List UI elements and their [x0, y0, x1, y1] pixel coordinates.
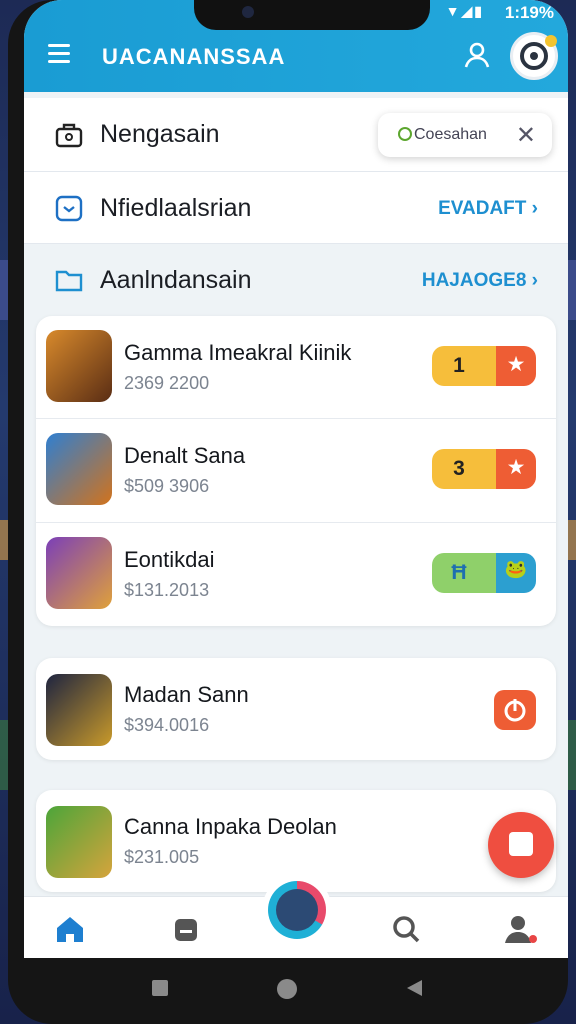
status-bar: ▼◢▮ 1:19% — [24, 0, 568, 32]
game-row[interactable]: Canna Inpaka Deolan $231.005 — [36, 790, 556, 892]
rank-number: 3 — [453, 457, 465, 480]
game-name: Eontikdai — [124, 547, 215, 572]
store-icon[interactable] — [168, 911, 204, 947]
game-card[interactable]: Canna Inpaka Deolan $231.005 — [36, 790, 556, 892]
game-row[interactable]: Eontikdai $131.2013 Ħ 🐸 — [36, 522, 556, 626]
game-name: Canna Inpaka Deolan — [124, 814, 337, 839]
games-card: Gamma Imeakral Kiinik 2369 2200 1 ★ Dena… — [36, 316, 556, 626]
back-icon[interactable] — [404, 978, 424, 998]
section-label-second: Nfiedlaalsrian — [100, 194, 252, 222]
game-thumb-icon — [46, 537, 112, 609]
game-price: $394.0016 — [124, 715, 210, 735]
game-thumb-icon — [46, 674, 112, 746]
section-link-second[interactable]: EVADAFT › — [438, 198, 538, 220]
rank-pill[interactable]: 3 ★ — [432, 449, 536, 489]
game-row[interactable]: Denalt Sana $509 3906 3 ★ — [36, 418, 556, 522]
floating-action-button[interactable] — [488, 812, 554, 878]
screen: UACANANSSAA ▼◢▮ 1:19% Nengasain Coesahan… — [24, 0, 568, 958]
menu-icon[interactable] — [48, 44, 70, 64]
folder-icon — [55, 270, 83, 292]
status-time: 1:19% — [504, 3, 554, 22]
home-nav-icon[interactable] — [276, 978, 298, 1000]
star-icon: ★ — [506, 456, 526, 479]
search-icon[interactable] — [388, 911, 424, 947]
game-thumb-icon — [46, 433, 112, 505]
calendar-icon — [55, 195, 83, 222]
chip-text: Coesahan — [414, 126, 487, 143]
close-icon[interactable]: ✕ — [516, 121, 536, 150]
home-icon[interactable] — [52, 911, 88, 947]
game-name: Gamma Imeakral Kiinik — [124, 340, 352, 365]
system-nav-bar — [8, 958, 576, 1024]
game-card[interactable]: Madan Sann $394.0016 — [36, 658, 556, 760]
download-icon — [504, 699, 526, 722]
fab-icon — [509, 832, 533, 856]
game-price: $231.005 — [124, 847, 200, 867]
game-thumb-icon — [46, 330, 112, 402]
globe-icon[interactable] — [268, 881, 326, 939]
rank-pill[interactable]: 1 ★ — [432, 346, 536, 386]
game-row[interactable]: Gamma Imeakral Kiinik 2369 2200 1 ★ — [36, 316, 556, 420]
game-price: $509 3906 — [124, 476, 210, 496]
frog-icon: 🐸 — [504, 559, 528, 579]
profile-icon[interactable] — [502, 911, 538, 947]
section-link-third[interactable]: HAJAOGE8 › — [422, 270, 538, 292]
section-label-third: Aanlndansain — [100, 266, 252, 294]
game-price: 2369 2200 — [124, 373, 210, 393]
star-icon: ★ — [506, 353, 526, 376]
section-row-third[interactable]: Aanlndansain HAJAOGE8 › — [24, 244, 568, 314]
section-row-second[interactable]: Nfiedlaalsrian EVADAFT › — [24, 172, 568, 244]
bottom-tab-bar — [24, 881, 568, 958]
coesahan-chip[interactable]: Coesahan ✕ — [378, 113, 552, 157]
user-icon[interactable] — [462, 40, 492, 70]
game-price: $131.2013 — [124, 580, 210, 600]
recents-icon[interactable] — [150, 978, 170, 998]
avatar-icon[interactable] — [510, 32, 558, 80]
status-dot-icon — [398, 127, 412, 141]
briefcase-icon — [55, 123, 83, 148]
download-button[interactable] — [494, 690, 536, 730]
game-name: Madan Sann — [124, 682, 249, 707]
rank-number: Ħ — [451, 561, 467, 584]
rank-number: 1 — [453, 354, 465, 377]
phone-frame: UACANANSSAA ▼◢▮ 1:19% Nengasain Coesahan… — [8, 0, 568, 1024]
app-title: UACANANSSAA — [102, 44, 286, 69]
game-name: Denalt Sana — [124, 443, 246, 468]
signal-icon: ▼◢▮ — [445, 3, 484, 19]
section-label-first: Nengasain — [100, 120, 220, 148]
avatar-badge — [545, 35, 557, 47]
game-thumb-icon — [46, 806, 112, 878]
game-row[interactable]: Madan Sann $394.0016 — [36, 658, 556, 760]
rank-pill[interactable]: Ħ 🐸 — [432, 553, 536, 593]
